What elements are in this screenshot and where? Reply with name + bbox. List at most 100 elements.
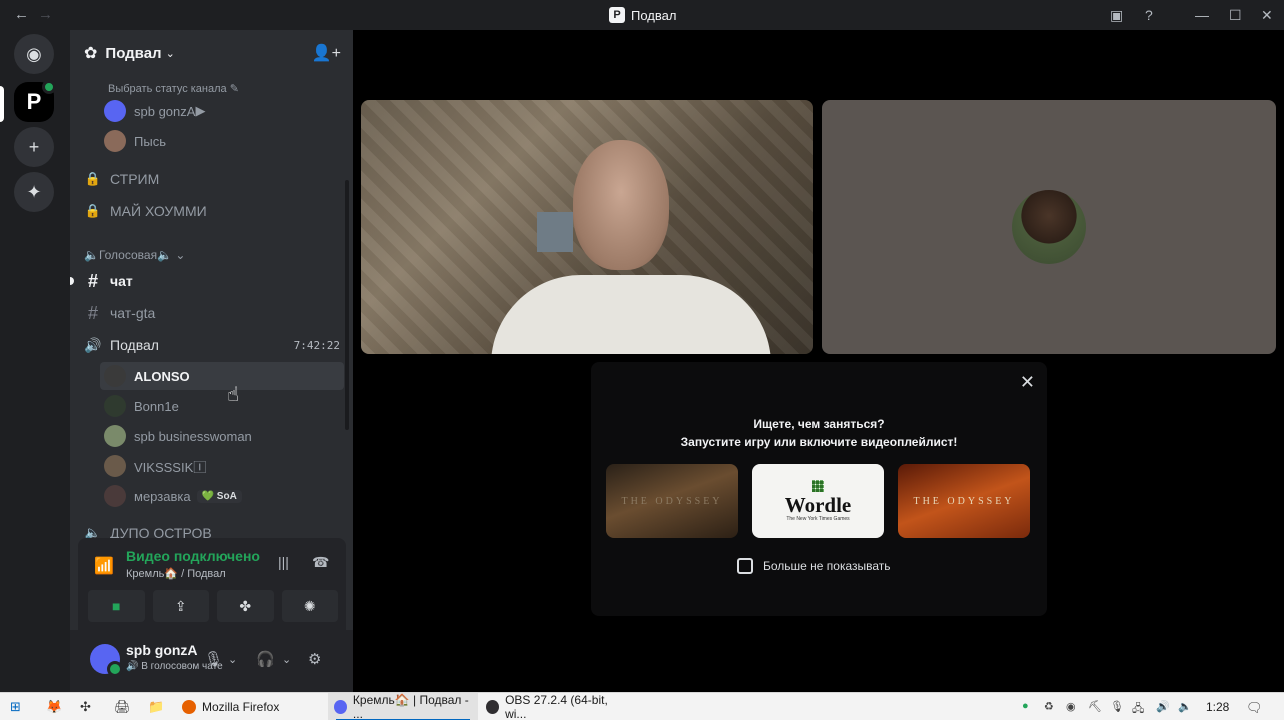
voice-user-name: spb gonzA	[134, 103, 196, 119]
channel-chat[interactable]: # чат	[70, 267, 344, 295]
help-icon[interactable]: ?	[1145, 7, 1153, 23]
voice-user-name: spb businesswoman	[134, 428, 252, 444]
activity-card-odyssey[interactable]: THE ODYSSEY	[606, 464, 738, 538]
tray-network-icon[interactable]: 🖧	[1132, 700, 1144, 719]
sidebar-scrollbar[interactable]	[345, 180, 349, 430]
invite-people-icon[interactable]: 👤+	[312, 43, 341, 63]
voice-connection-panel: 📶 Видео подключено Кремль🏠 / Подвал ||| …	[78, 538, 346, 630]
channel-name: чат	[110, 273, 133, 289]
taskbar-app-discord[interactable]: Кремль🏠 | Подвал - ...	[328, 693, 478, 720]
screen-share-icon: ⇪	[174, 597, 187, 614]
back-arrow-icon[interactable]: ←	[14, 6, 29, 23]
tray-status-icon[interactable]: ●	[1022, 700, 1029, 712]
user-name[interactable]: spb gonzA	[126, 642, 198, 658]
activity-card-odyssey[interactable]: THE ODYSSEY	[898, 464, 1030, 538]
voice-status-subtitle[interactable]: Кремль🏠 / Подвал	[126, 567, 226, 580]
voice-user-row[interactable]: ALONSO	[100, 362, 344, 390]
close-icon[interactable]: ✕	[1261, 7, 1273, 24]
tray-app-icon[interactable]: ◉	[1066, 700, 1076, 713]
voice-user-row[interactable]: spb businesswoman	[100, 422, 344, 450]
channel-my-home[interactable]: 🔒 МАЙ ХОУММИ	[76, 197, 344, 225]
app-logo-icon: P	[609, 7, 625, 23]
disconnect-icon[interactable]: ☎	[312, 554, 329, 571]
voice-user-row[interactable]: VIKSSSIK🄸	[100, 452, 344, 480]
add-server-icon[interactable]: +	[14, 127, 54, 167]
settings-gear-icon[interactable]: ⚙	[308, 650, 321, 668]
voice-user-row[interactable]: spb gonzA ▶	[100, 97, 344, 125]
speaker-icon: 🔊	[84, 336, 102, 353]
server-rail: ◉ P + ✦	[0, 30, 70, 692]
headphones-icon[interactable]: 🎧	[256, 650, 275, 668]
voice-channel-podval[interactable]: 🔊 Подвал 7:42:22	[76, 331, 344, 359]
minimize-icon[interactable]: —	[1195, 7, 1209, 23]
pinned-app-icon[interactable]: ✣	[80, 699, 91, 715]
plus-icon: +	[28, 136, 40, 157]
channel-stream[interactable]: 🔒 СТРИМ	[76, 165, 344, 193]
discord-icon	[334, 700, 347, 714]
forward-arrow-icon[interactable]: →	[38, 6, 53, 23]
start-icon[interactable]: ⊞	[10, 699, 21, 715]
set-channel-status[interactable]: Выбрать статус канала ✎	[108, 82, 239, 95]
video-button[interactable]: ■	[88, 590, 145, 622]
checkbox-box[interactable]	[737, 558, 753, 574]
clan-badge: 💚 SoA	[196, 489, 242, 503]
firefox-icon[interactable]: 🦊	[46, 699, 62, 715]
participant-avatar	[1012, 190, 1086, 264]
guild-header[interactable]: ✿ Подвал ⌄ 👤+	[70, 30, 353, 76]
voice-user-row[interactable]: Bonn1e	[100, 392, 344, 420]
close-icon[interactable]: ✕	[1020, 372, 1035, 393]
soundboard-icon: ✺	[303, 597, 316, 614]
taskbar-app-firefox[interactable]: Mozilla Firefox	[176, 693, 326, 720]
activity-title: Wordle	[784, 493, 852, 517]
video-window-shape	[537, 212, 573, 252]
tray-tool-icon[interactable]: ⛏	[1088, 700, 1102, 713]
inbox-icon[interactable]: ▣	[1110, 7, 1123, 24]
signal-icon[interactable]: 📶	[94, 556, 114, 576]
channel-name: МАЙ ХОУММИ	[110, 203, 207, 219]
voice-status-title[interactable]: Видео подключено	[126, 548, 260, 564]
video-person-head	[573, 140, 669, 270]
voice-user-row[interactable]: Пысь	[100, 127, 344, 155]
chevron-down-icon[interactable]: ⌄	[282, 653, 291, 666]
video-tile-webcam[interactable]	[361, 100, 813, 354]
avatar	[104, 365, 126, 387]
voice-user-row[interactable]: мерзавка 💚 SoA	[100, 482, 344, 510]
microphone-icon[interactable]: 🎙	[204, 650, 223, 668]
taskbar-app-label: Кремль🏠 | Подвал - ...	[352, 693, 469, 720]
avatar[interactable]	[90, 644, 123, 677]
maximize-icon[interactable]: ☐	[1229, 7, 1242, 24]
taskbar-app-label: OBS 27.2.4 (64-bit, wi...	[505, 693, 608, 720]
tray-volume-icon[interactable]: 🔊	[1156, 700, 1170, 713]
activity-card-wordle[interactable]: Wordle The New York Times Games	[752, 464, 884, 538]
category-voice[interactable]: 🔈Голосовая🔈 ⌄	[84, 248, 185, 262]
taskbar-app-label: Mozilla Firefox	[202, 700, 280, 714]
screen-share-button[interactable]: ⇪	[152, 590, 209, 622]
chevron-down-icon: ⌄	[165, 47, 175, 60]
chevron-down-icon[interactable]: ⌄	[228, 653, 237, 666]
soundboard-button[interactable]: ✺	[281, 590, 338, 622]
taskbar-clock[interactable]: 1:28	[1206, 700, 1229, 714]
notifications-icon[interactable]: 🗨	[1246, 700, 1263, 716]
folder-icon[interactable]: 📁	[148, 699, 164, 715]
activities-button[interactable]: ✤	[217, 590, 274, 622]
noise-suppression-icon[interactable]: |||	[278, 554, 289, 570]
explore-icon[interactable]: ✦	[14, 172, 54, 212]
voice-user-name: Пысь	[134, 133, 166, 149]
home-icon[interactable]: ◉	[14, 34, 54, 74]
unread-indicator	[70, 277, 74, 285]
avatar	[104, 130, 126, 152]
checkbox-label: Больше не показывать	[763, 559, 891, 573]
channel-sidebar: ✿ Подвал ⌄ 👤+ Выбрать статус канала ✎ sp…	[70, 30, 353, 692]
avatar	[104, 100, 126, 122]
channel-chat-gta[interactable]: # чат-gta	[76, 299, 344, 327]
video-tile-avatar[interactable]	[822, 100, 1276, 354]
dont-show-again-checkbox[interactable]: Больше не показывать	[737, 558, 891, 574]
lock-icon: 🔒	[84, 171, 102, 186]
server-icon-podval[interactable]: P	[14, 80, 56, 122]
taskbar-app-obs[interactable]: OBS 27.2.4 (64-bit, wi...	[480, 693, 630, 720]
tray-microphone-icon[interactable]: 🎙	[1110, 700, 1124, 713]
tray-sync-icon[interactable]: ♻	[1044, 700, 1054, 713]
tray-speaker-icon[interactable]: 🔈	[1178, 700, 1192, 713]
printer-icon[interactable]: 🖨	[114, 699, 131, 715]
voice-channel-timer: 7:42:22	[293, 338, 340, 352]
